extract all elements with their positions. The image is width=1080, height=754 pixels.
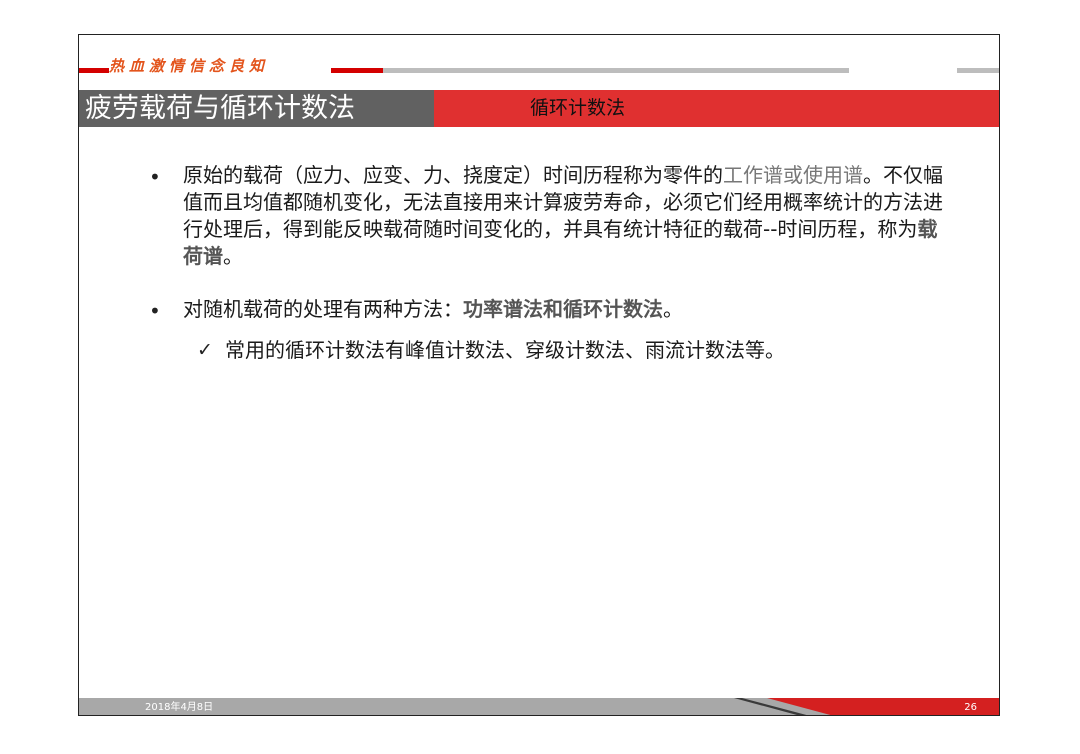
p1-term-highlight: 工作谱或使用谱	[723, 163, 863, 187]
p2-term-bold: 功率谱法和循环计数法	[463, 297, 663, 321]
motto-bar-tail	[957, 68, 999, 73]
check-icon: ✓	[197, 339, 213, 361]
slide-subtitle: 循环计数法	[434, 90, 999, 127]
paragraph-1: 原始的载荷（应力、应变、力、挠度定）时间历程称为零件的工作谱或使用谱。不仅幅值而…	[183, 162, 953, 270]
paragraph-2: 对随机载荷的处理有两种方法：功率谱法和循环计数法。	[183, 296, 953, 323]
motto-bar-grey	[383, 68, 849, 73]
footer-date: 2018年4月8日	[145, 702, 214, 713]
p1-text-1: 原始的载荷（应力、应变、力、挠度定）时间历程称为零件的	[183, 163, 723, 187]
motto-bar-red	[331, 68, 383, 73]
motto-logo: 热血激情信念良知	[109, 57, 270, 75]
bullet-2: •	[149, 299, 161, 323]
p2-text-end: 。	[663, 297, 683, 321]
sub-item-1: 常用的循环计数法有峰值计数法、穿级计数法、雨流计数法等。	[225, 338, 785, 362]
p1-text-end: 。	[223, 244, 243, 268]
bullet-1: •	[149, 165, 161, 189]
motto-bar-left	[79, 68, 109, 73]
slide: 热血激情信念良知 疲劳载荷与循环计数法 循环计数法 • 原始的载荷（应力、应变、…	[78, 34, 1000, 716]
page-number: 26	[964, 702, 977, 713]
p2-text: 对随机载荷的处理有两种方法：	[183, 297, 463, 321]
slide-title: 疲劳载荷与循环计数法	[79, 90, 434, 127]
